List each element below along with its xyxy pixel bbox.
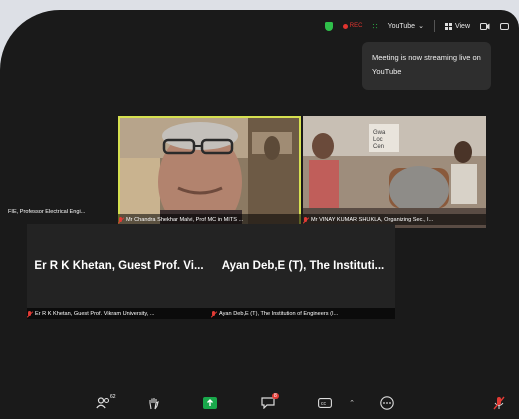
participant-name: Mr Chandra Shekhar Malvi, Prof MC in MIT…	[126, 216, 244, 223]
poster-text-2: Loc	[373, 137, 383, 143]
live-stream-icon: ∷	[372, 21, 378, 31]
zoom-meeting-window: REC ∷ YouTube ⌄ View Meeting is now stre…	[0, 10, 519, 419]
microphone-muted-icon	[493, 396, 505, 410]
toolbar-divider	[433, 20, 435, 32]
participants-button[interactable]: 62	[90, 394, 116, 412]
reactions-button[interactable]	[145, 394, 163, 412]
security-shield-icon[interactable]	[324, 21, 333, 31]
meeting-controls-toolbar: 62 8 cc ⌃	[0, 390, 519, 419]
microphone-muted-icon	[118, 216, 123, 223]
participant-name: FIE, Professor Electrical Engi...	[8, 208, 86, 215]
share-screen-icon	[203, 397, 217, 409]
record-dot-icon	[342, 23, 348, 29]
participant-name-tag: FIE, Professor Electrical Engi...	[8, 206, 116, 217]
view-button[interactable]: View	[444, 22, 470, 30]
meeting-top-bar: REC ∷ YouTube ⌄ View	[0, 10, 519, 42]
chevron-down-icon: ⌄	[418, 23, 424, 30]
participants-icon	[96, 397, 109, 409]
participant-display-name: Ayan Deb,E (T), The Instituti...	[221, 260, 385, 272]
streaming-notification-text: Meeting is now streaming live on YouTube	[372, 53, 481, 76]
participants-count: 62	[110, 394, 116, 400]
room-video-feed: Gwa Loc Cen	[303, 116, 486, 228]
grid-view-icon	[444, 22, 452, 30]
fullscreen-icon[interactable]	[500, 22, 509, 30]
share-screen-button[interactable]	[202, 394, 218, 412]
participant-name: Ayan Deb,E (T), The Institution of Engin…	[219, 310, 339, 317]
participant-name: Er R K Khetan, Guest Prof. Vikram Univer…	[35, 310, 155, 317]
camera-switch-icon[interactable]	[480, 22, 490, 31]
view-label: View	[454, 22, 470, 30]
closed-caption-button[interactable]: cc	[316, 394, 334, 412]
microphone-muted-icon	[303, 216, 308, 223]
microphone-muted-icon	[211, 310, 216, 317]
poster-text-1: Gwa	[373, 130, 386, 136]
participant-tile-ayan-deb[interactable]: Ayan Deb,E (T), The Instituti...	[211, 224, 395, 308]
participant-name-tag: Ayan Deb,E (T), The Institution of Engin…	[211, 308, 395, 319]
youtube-live-button[interactable]: YouTube ⌄	[387, 22, 424, 31]
caption-options-button[interactable]: ⌃	[346, 394, 358, 412]
raise-hand-icon	[149, 397, 159, 409]
self-mic-muted-button[interactable]	[490, 394, 508, 412]
recording-label: REC	[349, 23, 363, 29]
recording-indicator: REC	[342, 23, 363, 29]
more-options-icon	[380, 396, 394, 410]
participant-video-tile-room[interactable]: Gwa Loc Cen	[303, 116, 486, 228]
chat-unread-badge: 8	[272, 393, 279, 399]
streaming-notification: Meeting is now streaming live on YouTube	[362, 42, 491, 90]
participant-name-tag: Er R K Khetan, Guest Prof. Vikram Univer…	[27, 308, 211, 319]
participant-name: Mr VINAY KUMAR SHUKLA, Organizing Sec., …	[311, 216, 434, 223]
svg-text:cc: cc	[321, 401, 327, 407]
participant-tile-khetan[interactable]: Er R K Khetan, Guest Prof. Vi...	[27, 224, 211, 308]
participant-video-tile-speaker[interactable]	[118, 116, 301, 228]
poster-text-3: Cen	[373, 144, 384, 150]
youtube-label: YouTube	[387, 22, 416, 30]
chevron-up-icon: ⌃	[349, 400, 355, 407]
speaker-video-feed	[120, 118, 299, 226]
chat-icon	[261, 397, 275, 409]
closed-caption-icon: cc	[318, 398, 332, 408]
participant-display-name: Er R K Khetan, Guest Prof. Vi...	[34, 260, 204, 272]
chat-button[interactable]: 8	[258, 393, 279, 412]
microphone-muted-icon	[27, 310, 32, 317]
more-options-button[interactable]	[378, 394, 396, 412]
